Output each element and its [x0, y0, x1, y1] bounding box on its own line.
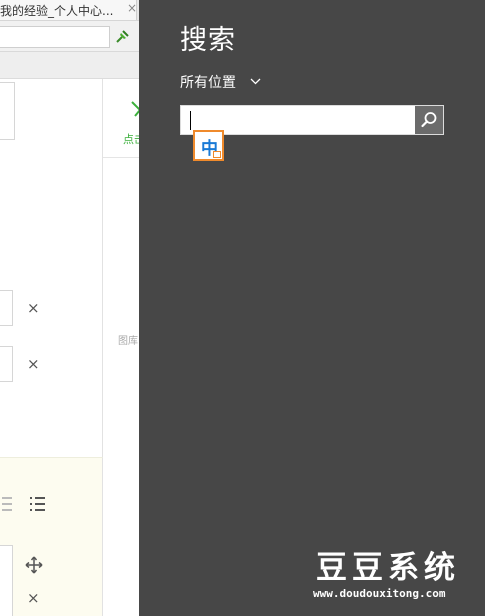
watermark-url: www.doudouxitong.com — [313, 587, 446, 600]
text-caret — [190, 111, 191, 130]
pin-icon[interactable] — [113, 28, 131, 46]
move-icon[interactable] — [25, 556, 43, 574]
form-field-box[interactable] — [0, 545, 13, 616]
list-icon[interactable] — [0, 497, 12, 511]
form-panel — [0, 79, 103, 457]
media-sidebar — [103, 79, 139, 616]
tab-title: 我的经验_个人中心... — [0, 4, 114, 18]
search-button[interactable] — [415, 106, 443, 134]
remove-field-close-icon[interactable]: × — [27, 590, 40, 606]
watermark-title: 豆豆系统 — [316, 550, 460, 586]
tab-strip: 我的经验_个人中心... × — [0, 0, 139, 21]
browser-tab[interactable]: 我的经验_个人中心... × — [0, 0, 137, 20]
remove-field-close-icon[interactable]: × — [27, 356, 40, 372]
background-browser-window: 我的经验_个人中心... × × × × 点 图库 — [0, 0, 139, 616]
tab-close-icon[interactable]: × — [127, 1, 137, 15]
form-field-box[interactable] — [0, 290, 13, 326]
gallery-label: 图库 — [118, 336, 138, 347]
magnifier-icon — [421, 112, 437, 128]
remove-field-close-icon[interactable]: × — [27, 300, 40, 316]
ime-corner-badge — [213, 151, 221, 158]
ime-mode-indicator[interactable]: 中 — [193, 130, 224, 161]
form-field-box[interactable] — [0, 346, 13, 382]
search-scope-dropdown[interactable]: 所有位置 — [180, 72, 261, 92]
chevron-down-icon — [250, 78, 261, 85]
upload-label[interactable]: 点击 — [123, 131, 139, 147]
search-input[interactable] — [185, 108, 419, 132]
screen: 我的经验_个人中心... × × × × 点 图库 搜索 所有位置 中 豆豆系统… — [0, 0, 485, 616]
address-bar — [0, 21, 139, 52]
browser-toolbar-row — [0, 52, 139, 79]
address-field[interactable] — [0, 26, 110, 48]
search-scope-label: 所有位置 — [180, 75, 236, 91]
form-field-box[interactable] — [0, 82, 15, 140]
editor-panel — [0, 457, 103, 616]
list-icon[interactable] — [30, 497, 45, 511]
upload-icon — [131, 101, 139, 117]
search-charm-panel — [139, 0, 485, 616]
charm-title: 搜索 — [180, 25, 236, 56]
